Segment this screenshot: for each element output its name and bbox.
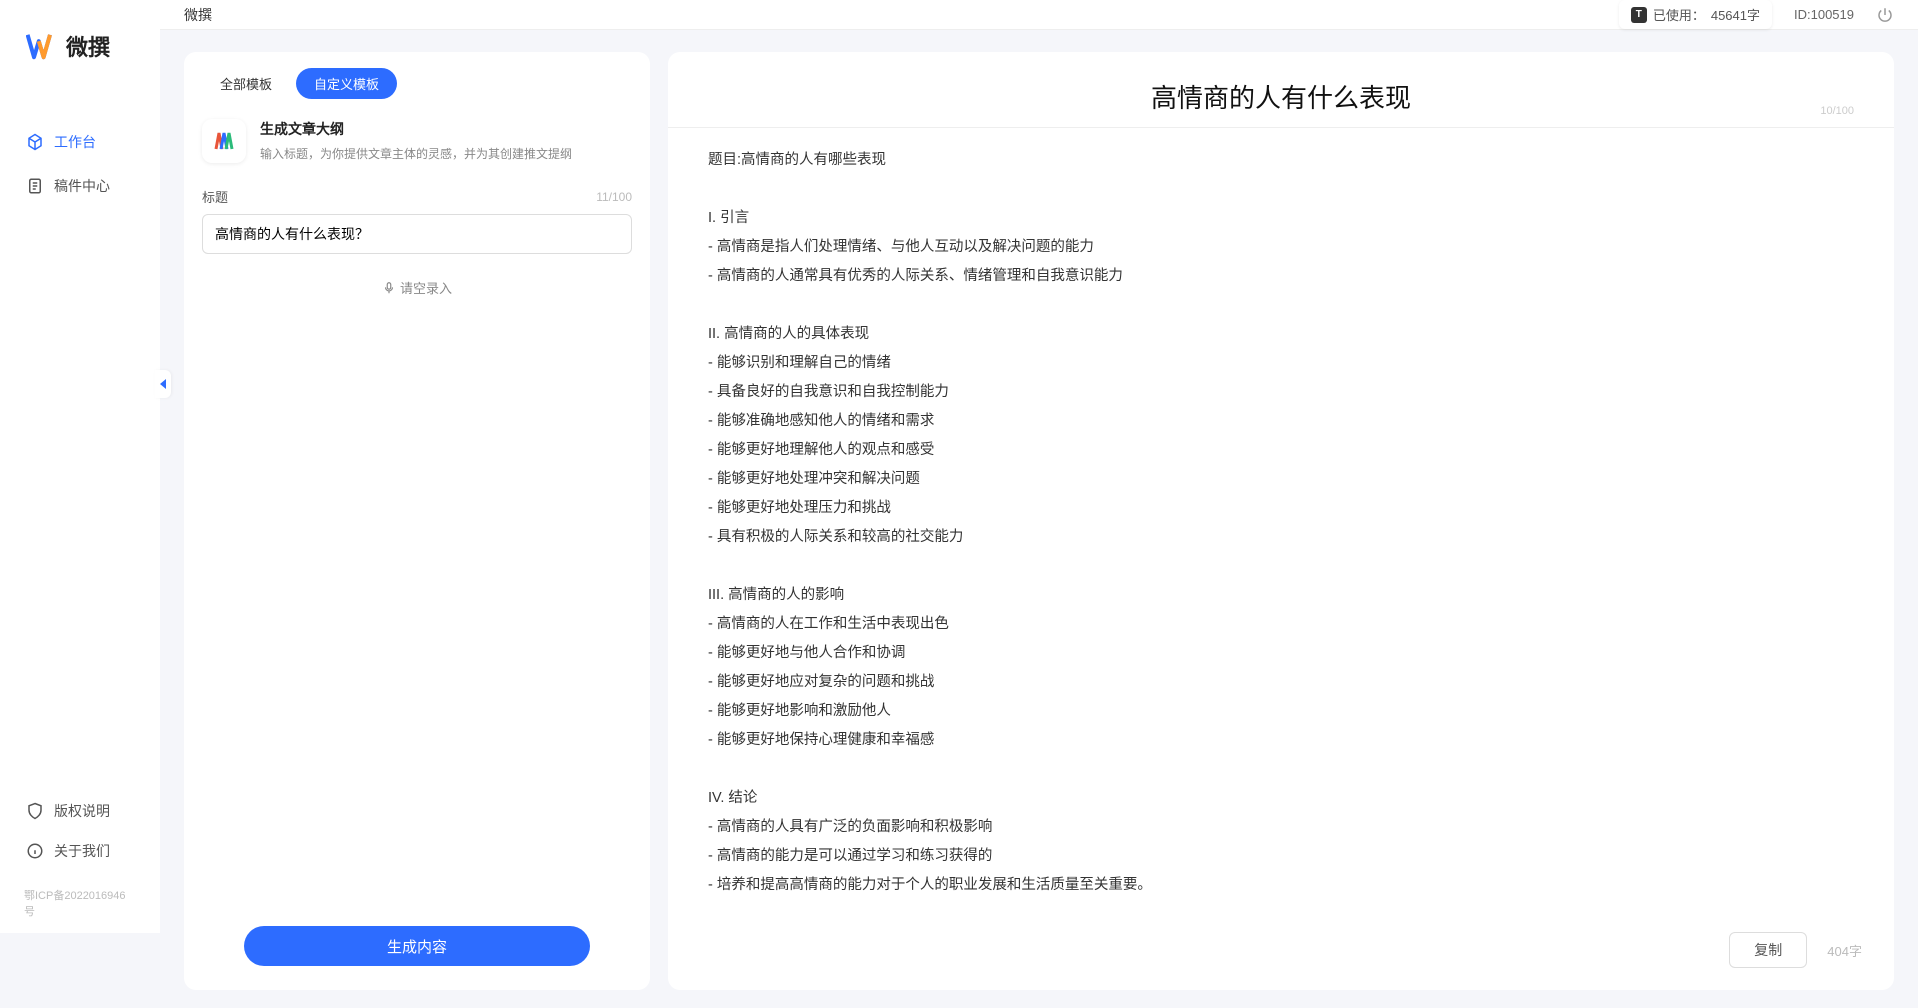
shield-icon: [26, 802, 44, 820]
nav-main: 工作台 稿件中心: [0, 122, 160, 793]
title-label: 标题: [202, 187, 228, 206]
icp-text: 鄂ICP备2022016946号: [0, 883, 160, 923]
nav-workspace[interactable]: 工作台: [12, 122, 148, 162]
panel-input: 全部模板 自定义模板 生成文章大纲 输入标题，为你提供文章主体的灵感，并为其创建…: [184, 52, 650, 990]
nav-about-label: 关于我们: [54, 841, 110, 861]
template-icon: [202, 119, 246, 163]
output-title-count: 10/100: [1820, 105, 1854, 117]
output-header: 高情商的人有什么表现 10/100: [668, 52, 1894, 128]
tab-custom-templates[interactable]: 自定义模板: [296, 68, 397, 99]
user-id: ID:100519: [1794, 7, 1854, 22]
output-word-count: 404字: [1827, 941, 1862, 960]
nav-copyright[interactable]: 版权说明: [12, 793, 148, 829]
sidebar: 微撰 工作台 稿件中心 版权说明 关于我们 鄂ICP备2022016946号: [0, 0, 160, 933]
t-badge-icon: T: [1631, 7, 1647, 23]
output-body[interactable]: 题目:高情商的人有哪些表现 I. 引言 - 高情商是指人们处理情绪、与他人互动以…: [668, 128, 1894, 918]
panel-output: 高情商的人有什么表现 10/100 题目:高情商的人有哪些表现 I. 引言 - …: [668, 52, 1894, 990]
output-title: 高情商的人有什么表现: [708, 78, 1854, 115]
brand-name: 微撰: [66, 30, 110, 62]
nav-drafts-label: 稿件中心: [54, 176, 110, 196]
topbar-right: T 已使用： 45641字 ID:100519: [1619, 0, 1894, 29]
topbar-title: 微撰: [184, 5, 1619, 25]
title-char-count: 11/100: [596, 190, 632, 204]
nav-workspace-label: 工作台: [54, 132, 96, 152]
sidebar-footer: 版权说明 关于我们: [0, 793, 160, 883]
nav-about[interactable]: 关于我们: [12, 833, 148, 869]
nav-drafts[interactable]: 稿件中心: [12, 166, 148, 206]
template-card: 生成文章大纲 输入标题，为你提供文章主体的灵感，并为其创建推文提纲: [184, 105, 650, 181]
template-desc: 输入标题，为你提供文章主体的灵感，并为其创建推文提纲: [260, 145, 632, 162]
main: 微撰 T 已使用： 45641字 ID:100519 全部模板 自定义模板: [160, 0, 1918, 933]
document-icon: [26, 177, 44, 195]
collapse-handle[interactable]: [155, 370, 171, 398]
template-tabs: 全部模板 自定义模板: [184, 52, 650, 105]
tab-all-templates[interactable]: 全部模板: [202, 68, 290, 99]
usage-prefix: 已使用：: [1653, 5, 1705, 24]
voice-label: 请空录入: [400, 278, 452, 297]
brand-logo: 微撰: [0, 30, 160, 122]
power-icon[interactable]: [1876, 6, 1894, 24]
form-section: 标题 11/100 请空录入: [184, 181, 650, 910]
voice-input-link[interactable]: 请空录入: [202, 278, 632, 297]
usage-pill[interactable]: T 已使用： 45641字: [1619, 0, 1772, 29]
output-footer: 复制 404字: [668, 918, 1894, 990]
nav-copyright-label: 版权说明: [54, 801, 110, 821]
title-input[interactable]: [202, 214, 632, 254]
generate-button[interactable]: 生成内容: [244, 926, 590, 966]
copy-button[interactable]: 复制: [1729, 932, 1807, 968]
topbar: 微撰 T 已使用： 45641字 ID:100519: [160, 0, 1918, 30]
usage-value: 45641字: [1711, 5, 1760, 24]
mic-icon: [382, 281, 396, 295]
template-name: 生成文章大纲: [260, 119, 632, 139]
content: 全部模板 自定义模板 生成文章大纲 输入标题，为你提供文章主体的灵感，并为其创建…: [160, 30, 1918, 1008]
logo-icon: [26, 30, 58, 62]
cube-icon: [26, 133, 44, 151]
info-icon: [26, 842, 44, 860]
